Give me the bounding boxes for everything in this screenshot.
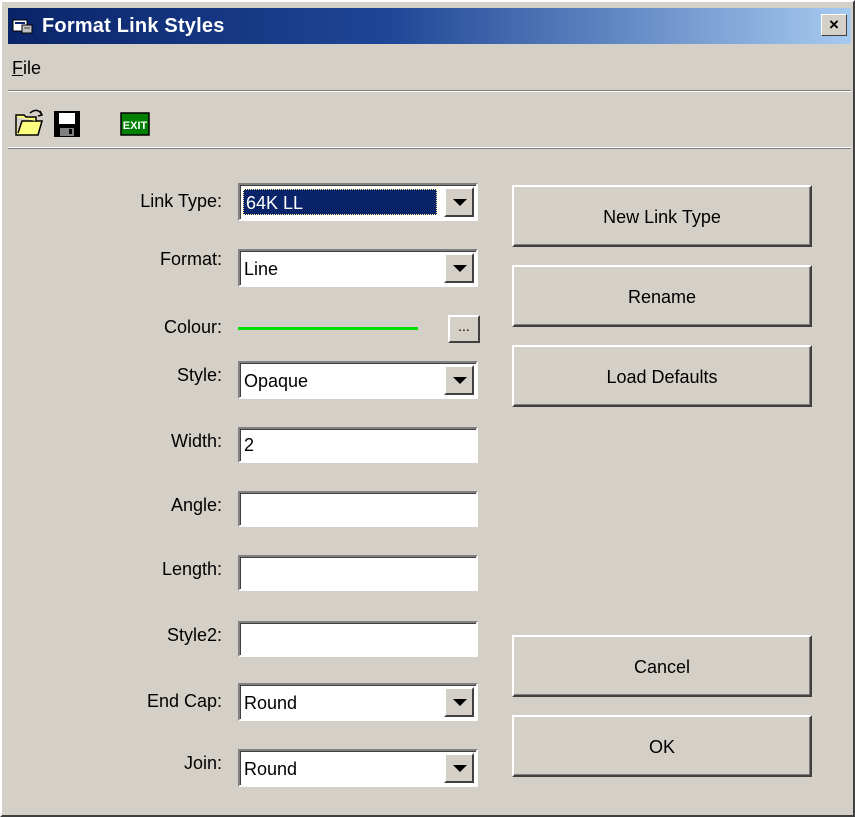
join-label: Join:	[183, 753, 222, 773]
load-defaults-button-label: Load Defaults	[606, 367, 718, 387]
cancel-button[interactable]: Cancel	[512, 635, 812, 697]
width-field[interactable]: 2	[238, 427, 478, 463]
angle-label: Angle:	[170, 495, 222, 515]
ok-button-label: OK	[648, 737, 675, 757]
colour-picker-button[interactable]: ...	[448, 315, 480, 343]
angle-field[interactable]	[238, 491, 478, 527]
chevron-down-icon	[453, 699, 467, 706]
format-link-styles-window: Format Link Styles × File EXIT Link Type…	[0, 0, 855, 817]
join-combo[interactable]: Round	[238, 749, 478, 787]
colour-swatch-line	[238, 327, 418, 330]
chevron-down-icon	[453, 199, 467, 206]
end-cap-combo[interactable]: Round	[238, 683, 478, 721]
app-icon	[12, 19, 33, 34]
menu-file-accelerator: F	[12, 58, 23, 78]
exit-icon[interactable]: EXIT	[118, 107, 152, 141]
toolbar: EXIT	[8, 90, 851, 148]
link-type-label: Link Type:	[140, 191, 222, 211]
save-disk-icon[interactable]	[50, 107, 84, 141]
exit-icon-label: EXIT	[123, 120, 148, 132]
chevron-down-icon	[453, 765, 467, 772]
format-dropdown-button[interactable]	[444, 253, 474, 283]
width-label: Width:	[170, 431, 222, 451]
close-button[interactable]: ×	[821, 14, 847, 36]
join-value: Round	[244, 759, 298, 779]
menu-file[interactable]: File	[12, 58, 41, 79]
colour-label: Colour:	[163, 317, 222, 337]
link-type-combo[interactable]: 64K LL	[238, 183, 478, 221]
window-title: Format Link Styles	[42, 15, 225, 37]
chevron-down-icon	[453, 377, 467, 384]
close-icon: ×	[829, 15, 839, 34]
style2-field[interactable]	[238, 621, 478, 657]
new-link-type-button-label: New Link Type	[603, 207, 721, 227]
menu-bar: File	[8, 46, 851, 90]
cancel-button-label: Cancel	[633, 657, 691, 677]
title-bar[interactable]: Format Link Styles ×	[8, 8, 851, 44]
length-field[interactable]	[238, 555, 478, 591]
end-cap-value: Round	[244, 693, 298, 713]
join-dropdown-button[interactable]	[444, 753, 474, 783]
new-link-type-button[interactable]: New Link Type	[512, 185, 812, 247]
rename-button-label: Rename	[627, 287, 697, 307]
link-type-value: 64K LL	[243, 189, 437, 215]
link-type-dropdown-button[interactable]	[444, 187, 474, 217]
menu-file-rest: ile	[23, 58, 42, 78]
style-dropdown-button[interactable]	[444, 365, 474, 395]
style-label: Style:	[176, 365, 222, 385]
style-combo[interactable]: Opaque	[238, 361, 478, 399]
width-value: 2	[244, 435, 255, 455]
style-value: Opaque	[244, 371, 309, 391]
open-folder-icon[interactable]	[12, 107, 46, 141]
rename-button[interactable]: Rename	[512, 265, 812, 327]
load-defaults-button[interactable]: Load Defaults	[512, 345, 812, 407]
format-combo[interactable]: Line	[238, 249, 478, 287]
length-label: Length:	[161, 559, 222, 579]
format-value: Line	[244, 259, 279, 279]
end-cap-dropdown-button[interactable]	[444, 687, 474, 717]
end-cap-label: End Cap:	[146, 691, 222, 711]
ok-button[interactable]: OK	[512, 715, 812, 777]
style2-label: Style2:	[166, 625, 222, 645]
chevron-down-icon	[453, 265, 467, 272]
format-label: Format:	[159, 249, 222, 269]
form-panel: Link Type: 64K LL Format: Line Colour: .…	[8, 148, 851, 814]
